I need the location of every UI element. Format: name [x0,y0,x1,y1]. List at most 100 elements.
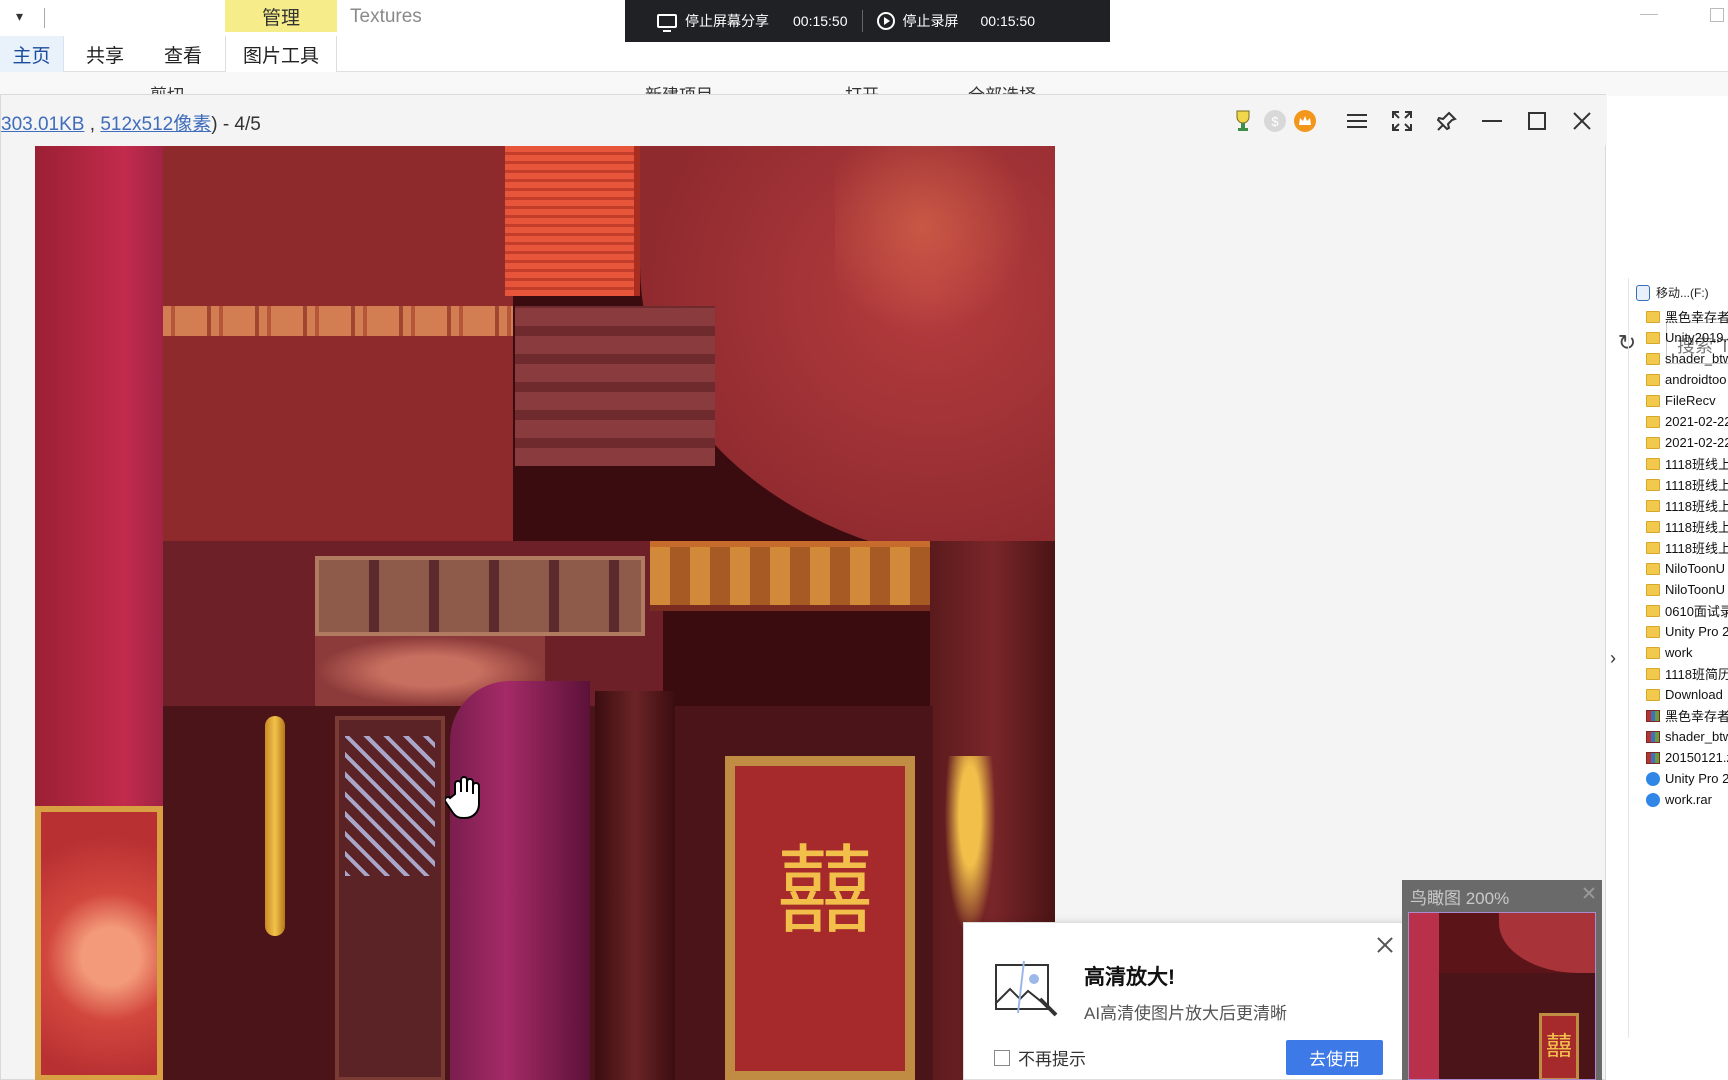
list-item[interactable]: 1118班线上 [1646,453,1728,474]
texture-gold-frieze [650,541,930,611]
list-item[interactable]: 2021-02-22 [1646,432,1728,453]
hand-cursor-icon [443,776,485,820]
trophy-icon[interactable] [1229,107,1257,135]
list-item[interactable]: Download [1646,684,1728,705]
list-item[interactable]: shader_btw [1646,348,1728,369]
texture-stairs [515,306,715,466]
tab-home[interactable]: 主页 [0,36,64,72]
popup-close-icon[interactable] [1375,935,1395,955]
texture-lattice-window [345,736,435,876]
list-item[interactable]: 黑色幸存者 [1646,306,1728,327]
list-item[interactable]: 1118班线上 [1646,495,1728,516]
list-item-label: 2021-02-22 [1665,414,1728,429]
record-timer: 00:15:50 [980,13,1036,29]
folder-icon [1646,310,1660,323]
list-item-label: 2021-02-22 [1665,435,1728,450]
list-item[interactable]: 1118班简历 [1646,663,1728,684]
list-item[interactable]: 1118班线上 [1646,537,1728,558]
minimize-icon[interactable] [1478,107,1506,135]
window-title: Textures [350,6,422,27]
menu-icon[interactable] [1343,107,1371,135]
list-item[interactable]: 1118班线上 [1646,474,1728,495]
list-item[interactable]: 0610面试录 [1646,600,1728,621]
quick-access-separator [44,8,45,28]
chevron-right-icon[interactable]: › [1610,648,1616,669]
list-item[interactable]: NiloToonU [1646,558,1728,579]
list-item[interactable]: NiloToonU [1646,579,1728,600]
list-item-label: 0610面试录 [1665,604,1728,619]
file-size-link[interactable]: 303.01KB [1,114,84,135]
list-item[interactable]: shader_btw [1646,726,1728,747]
folder-icon [1646,604,1660,617]
app-file-icon [1646,771,1660,786]
list-item-label: 黑色幸存者 [1665,310,1728,325]
screen-share-bar: 停止屏幕分享 00:15:50 停止录屏 00:15:50 [625,0,1110,42]
folder-icon [1646,688,1660,701]
tab-manage[interactable]: 管理 [225,0,337,32]
list-item-label: NiloToonU [1665,582,1725,597]
folder-icon [1646,331,1660,344]
explorer-maximize-icon[interactable] [1710,8,1724,22]
folder-icon [1646,667,1660,680]
minimap-left-strip [1409,913,1439,1079]
image-canvas[interactable]: 囍 [35,146,1055,1080]
stop-record-label: 停止录屏 [902,13,959,29]
folder-icon [1646,352,1660,365]
folder-icon [1646,499,1660,512]
minimap-close-icon[interactable] [1582,886,1596,900]
list-item[interactable]: Unity Pro 2 [1646,768,1728,789]
popup-title: 高清放大! [1084,966,1175,989]
folder-icon [1646,541,1660,554]
list-item-label: 1118班线上 [1665,520,1728,535]
list-item[interactable]: 黑色幸存者 [1646,705,1728,726]
list-item-label: 黑色幸存者 [1665,709,1728,724]
quick-access-dropdown-icon[interactable]: ▾ [16,8,23,25]
explorer-minimize-icon[interactable] [1640,14,1658,15]
folder-icon [1646,394,1660,407]
dont-show-again-label: 不再提示 [1018,1050,1086,1069]
share-bar-divider [861,10,863,32]
folder-icon [1646,478,1660,491]
list-item[interactable]: FileRecv [1646,390,1728,411]
close-icon[interactable] [1568,107,1596,135]
minimap-thumbnail[interactable]: 囍 [1408,912,1596,1080]
fullscreen-icon[interactable] [1388,107,1416,135]
list-item[interactable]: Unity Pro 2 [1646,621,1728,642]
list-item[interactable]: 1118班线上 [1646,516,1728,537]
list-item[interactable]: work [1646,642,1728,663]
list-item-label: 20150121.z [1665,750,1728,765]
maximize-icon[interactable] [1523,107,1551,135]
list-item-label: androidtoo [1665,372,1727,387]
dimensions-link[interactable]: 512x512像素 [100,114,211,135]
list-item-label: 1118班线上 [1665,541,1728,556]
image-enhance-icon [994,959,1060,1019]
list-item[interactable]: androidtoo [1646,369,1728,390]
dont-show-again-checkbox[interactable]: 不再提示 [994,1045,1086,1070]
checkbox-box[interactable] [994,1049,1010,1066]
use-now-button[interactable]: 去使用 [1286,1040,1383,1075]
tab-view[interactable]: 查看 [148,36,218,72]
stop-share-button[interactable]: 停止屏幕分享 [657,11,769,32]
folder-icon [1646,520,1660,533]
app-file-icon [1646,792,1660,807]
coin-icon[interactable]: $ [1261,107,1289,135]
file-list: 黑色幸存者 Unity2019.4 shader_btw androidtoo File… [1646,306,1728,810]
list-item-label: NiloToonU [1665,561,1725,576]
tab-picture-tools[interactable]: 图片工具 [225,36,337,72]
drive-label: 移动...(F:) [1656,286,1709,300]
crown-icon[interactable] [1291,107,1319,135]
list-item[interactable]: Unity2019.4 [1646,327,1728,348]
list-item-label: 1118班简历 [1665,667,1728,682]
folder-icon [1646,625,1660,638]
texture-lantern [505,146,640,296]
list-item[interactable]: 2021-02-22 [1646,411,1728,432]
pin-icon[interactable] [1433,107,1461,135]
list-item-label: work [1665,645,1693,660]
list-item[interactable]: 20150121.z [1646,747,1728,768]
stop-record-button[interactable]: 停止录屏 [876,11,959,31]
tab-share[interactable]: 共享 [70,36,140,72]
list-item-label: 1118班线上 [1665,457,1728,472]
list-item[interactable]: work.rar [1646,789,1728,810]
drive-item[interactable]: 移动...(F:) [1636,284,1709,301]
file-info-separator: , [84,114,101,135]
